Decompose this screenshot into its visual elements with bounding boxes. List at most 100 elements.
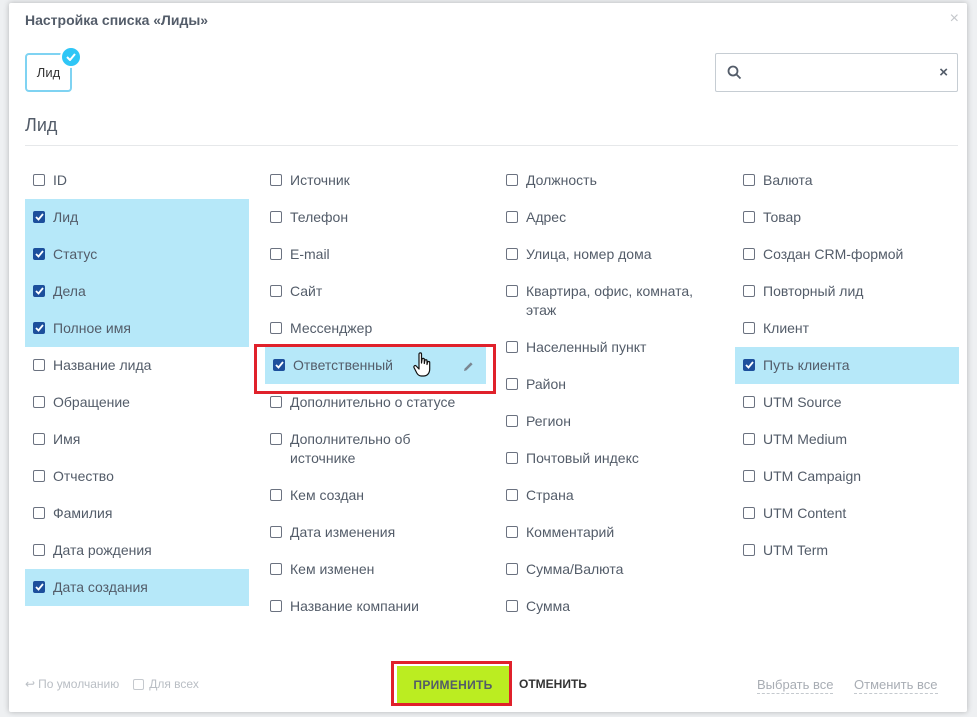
field-option[interactable]: Фамилия [25,495,249,532]
field-option[interactable]: Страна [498,477,722,514]
field-checkbox[interactable] [33,433,45,445]
field-checkbox[interactable] [506,600,518,612]
field-checkbox[interactable] [506,211,518,223]
field-option[interactable]: Дата рождения [25,532,249,569]
field-option[interactable]: Улица, номер дома [498,236,722,273]
field-checkbox[interactable] [270,248,282,260]
field-option[interactable]: Почтовый индекс [498,440,722,477]
field-checkbox[interactable] [743,359,755,371]
field-checkbox[interactable] [506,285,518,297]
field-option[interactable]: Населенный пункт [498,329,722,366]
field-checkbox[interactable] [506,415,518,427]
field-option[interactable]: Название компании [262,588,486,625]
field-option[interactable]: Обращение [25,384,249,421]
field-option[interactable]: E-mail [262,236,486,273]
field-checkbox[interactable] [506,526,518,538]
field-checkbox[interactable] [33,581,45,593]
field-checkbox[interactable] [33,174,45,186]
field-option[interactable]: UTM Medium [735,421,959,458]
field-option[interactable]: Имя [25,421,249,458]
field-option[interactable]: UTM Source [735,384,959,421]
field-option[interactable]: Товар [735,199,959,236]
field-checkbox[interactable] [270,285,282,297]
field-option[interactable]: Кем создан [262,477,486,514]
field-option[interactable]: Комментарий [498,514,722,551]
field-checkbox[interactable] [33,322,45,334]
field-option[interactable]: Адрес [498,199,722,236]
field-option[interactable]: Мессенджер [262,310,486,347]
field-checkbox[interactable] [506,452,518,464]
field-checkbox[interactable] [743,544,755,556]
field-checkbox[interactable] [270,396,282,408]
field-checkbox[interactable] [33,359,45,371]
field-checkbox[interactable] [743,433,755,445]
field-checkbox[interactable] [270,563,282,575]
field-option[interactable]: Телефон [262,199,486,236]
field-checkbox[interactable] [506,563,518,575]
field-option[interactable]: Дополнительно об источнике [262,421,486,477]
field-option[interactable]: Отчество [25,458,249,495]
field-checkbox[interactable] [743,322,755,334]
field-checkbox[interactable] [33,507,45,519]
field-checkbox[interactable] [33,544,45,556]
field-option[interactable]: Кем изменен [262,551,486,588]
field-option[interactable]: Клиент [735,310,959,347]
field-checkbox[interactable] [743,248,755,260]
field-checkbox[interactable] [33,396,45,408]
search-input[interactable] [752,60,926,86]
field-checkbox[interactable] [270,174,282,186]
field-checkbox[interactable] [270,526,282,538]
field-option[interactable]: UTM Content [735,495,959,532]
field-checkbox[interactable] [506,248,518,260]
field-option[interactable]: Дата создания [25,569,249,606]
reset-default-link[interactable]: ↩ По умолчанию [25,677,119,691]
deselect-all-link[interactable]: Отменить все [854,677,938,694]
field-option[interactable]: Район [498,366,722,403]
field-option[interactable]: Дела [25,273,249,310]
field-option[interactable]: Создан CRM-формой [735,236,959,273]
field-option[interactable]: UTM Term [735,532,959,569]
for-all-checkbox[interactable] [133,678,145,690]
field-checkbox[interactable] [33,248,45,260]
field-option[interactable]: Лид [25,199,249,236]
field-checkbox[interactable] [33,470,45,482]
field-checkbox[interactable] [270,211,282,223]
field-checkbox[interactable] [743,470,755,482]
field-option[interactable]: ID [25,162,249,199]
field-option[interactable]: Название лида [25,347,249,384]
field-option[interactable]: Сайт [262,273,486,310]
close-icon[interactable]: × [950,11,959,27]
field-option[interactable]: Сумма/Валюта [498,551,722,588]
field-option[interactable]: Полное имя [25,310,249,347]
field-label: Путь клиента [763,357,850,373]
field-checkbox[interactable] [743,285,755,297]
cancel-button[interactable]: ОТМЕНИТЬ [519,677,587,691]
field-checkbox[interactable] [506,489,518,501]
field-checkbox[interactable] [270,600,282,612]
field-option[interactable]: Источник [262,162,486,199]
field-option[interactable]: Дата изменения [262,514,486,551]
field-option[interactable]: Повторный лид [735,273,959,310]
field-option[interactable]: Квартира, офис, комната, этаж [498,273,722,329]
field-option[interactable]: Валюта [735,162,959,199]
field-checkbox[interactable] [743,507,755,519]
field-checkbox[interactable] [506,174,518,186]
field-option[interactable]: Должность [498,162,722,199]
field-option[interactable]: Регион [498,403,722,440]
field-checkbox[interactable] [33,211,45,223]
field-checkbox[interactable] [270,489,282,501]
field-checkbox[interactable] [743,396,755,408]
field-checkbox[interactable] [270,322,282,334]
field-option[interactable]: Путь клиента [735,347,959,384]
field-option[interactable]: Статус [25,236,249,273]
field-checkbox[interactable] [33,285,45,297]
field-checkbox[interactable] [270,433,282,445]
clear-search-icon[interactable]: × [939,64,948,81]
field-checkbox[interactable] [743,174,755,186]
select-all-link[interactable]: Выбрать все [757,677,834,694]
field-checkbox[interactable] [506,341,518,353]
field-checkbox[interactable] [506,378,518,390]
field-option[interactable]: Сумма [498,588,722,625]
field-checkbox[interactable] [743,211,755,223]
field-option[interactable]: UTM Campaign [735,458,959,495]
